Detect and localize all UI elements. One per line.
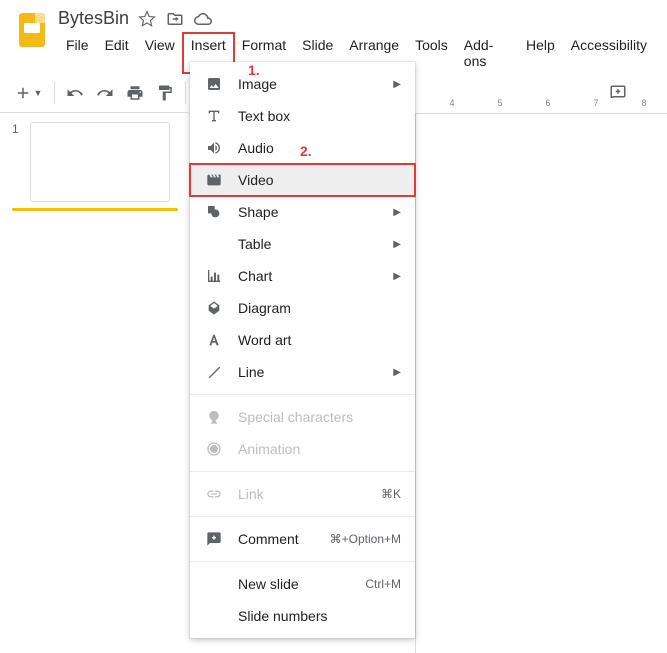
insert-link-label: Link xyxy=(238,486,381,502)
audio-icon xyxy=(204,138,224,158)
insert-slide-numbers[interactable]: Slide numbers xyxy=(190,600,415,632)
video-icon xyxy=(204,170,224,190)
slide-underline xyxy=(12,208,178,211)
document-title[interactable]: BytesBin xyxy=(58,8,129,29)
slide-panel: 1 xyxy=(0,114,188,219)
insert-audio-label: Audio xyxy=(238,140,401,156)
insert-table-label: Table xyxy=(238,236,393,252)
insert-wordart-label: Word art xyxy=(238,332,401,348)
insert-new-slide-label: New slide xyxy=(238,576,365,592)
separator xyxy=(185,82,186,104)
slides-icon xyxy=(19,13,45,47)
insert-shape[interactable]: Shape ▶ xyxy=(190,196,415,228)
undo-button[interactable] xyxy=(61,79,89,107)
insert-textbox-label: Text box xyxy=(238,108,401,124)
menu-file[interactable]: File xyxy=(58,33,97,73)
star-icon[interactable] xyxy=(137,9,157,29)
insert-video-label: Video xyxy=(238,172,401,188)
submenu-arrow-icon: ▶ xyxy=(393,79,401,90)
menu-addons[interactable]: Add-ons xyxy=(456,33,518,73)
chart-icon xyxy=(204,266,224,286)
paint-format-button[interactable] xyxy=(151,79,179,107)
insert-special-characters-label: Special characters xyxy=(238,409,401,425)
ruler-mark: 7 xyxy=(572,98,620,113)
insert-chart-label: Chart xyxy=(238,268,393,284)
insert-slide-numbers-label: Slide numbers xyxy=(238,608,401,624)
insert-comment-label: Comment xyxy=(238,531,330,547)
insert-animation-label: Animation xyxy=(238,441,401,457)
insert-special-characters: Special characters xyxy=(190,401,415,433)
submenu-arrow-icon: ▶ xyxy=(393,367,401,378)
wordart-icon xyxy=(204,330,224,350)
insert-table[interactable]: Table ▶ xyxy=(190,228,415,260)
submenu-arrow-icon: ▶ xyxy=(393,239,401,250)
insert-line-label: Line xyxy=(238,364,393,380)
print-button[interactable] xyxy=(121,79,149,107)
ruler-mark: 6 xyxy=(524,98,572,113)
menu-view[interactable]: View xyxy=(137,33,183,73)
link-icon xyxy=(204,484,224,504)
separator xyxy=(54,82,55,104)
slide-number: 1 xyxy=(12,122,22,202)
insert-diagram-label: Diagram xyxy=(238,300,401,316)
diagram-icon xyxy=(204,298,224,318)
comment-icon xyxy=(204,529,224,549)
insert-textbox[interactable]: Text box xyxy=(190,100,415,132)
comment-shortcut: ⌘+Option+M xyxy=(330,532,401,546)
line-icon xyxy=(204,362,224,382)
new-slide-button[interactable]: ▼ xyxy=(8,79,48,107)
submenu-arrow-icon: ▶ xyxy=(393,271,401,282)
menu-separator xyxy=(190,394,415,395)
animation-icon xyxy=(204,439,224,459)
slide-thumbnail[interactable] xyxy=(30,122,170,202)
ruler-mark: 8 xyxy=(620,98,667,113)
insert-image[interactable]: Image ▶ xyxy=(190,68,415,100)
insert-new-slide[interactable]: New slide Ctrl+M xyxy=(190,568,415,600)
menu-edit[interactable]: Edit xyxy=(97,33,137,73)
insert-animation: Animation xyxy=(190,433,415,465)
menu-separator xyxy=(190,516,415,517)
ruler-mark: 4 xyxy=(428,98,476,113)
cloud-status-icon[interactable] xyxy=(193,9,213,29)
slide-canvas[interactable] xyxy=(415,114,667,653)
insert-video[interactable]: Video xyxy=(190,164,415,196)
annotation-2: 2. xyxy=(300,143,312,159)
move-icon[interactable] xyxy=(165,9,185,29)
menu-separator xyxy=(190,561,415,562)
submenu-arrow-icon: ▶ xyxy=(393,207,401,218)
textbox-icon xyxy=(204,106,224,126)
insert-chart[interactable]: Chart ▶ xyxy=(190,260,415,292)
new-slide-shortcut: Ctrl+M xyxy=(365,577,401,591)
insert-shape-label: Shape xyxy=(238,204,393,220)
insert-comment[interactable]: Comment ⌘+Option+M xyxy=(190,523,415,555)
menu-help[interactable]: Help xyxy=(518,33,563,73)
link-shortcut: ⌘K xyxy=(381,487,401,501)
menu-separator xyxy=(190,471,415,472)
insert-wordart[interactable]: Word art xyxy=(190,324,415,356)
app-logo[interactable] xyxy=(12,10,52,50)
insert-diagram[interactable]: Diagram xyxy=(190,292,415,324)
special-chars-icon xyxy=(204,407,224,427)
annotation-1: 1. xyxy=(248,62,260,78)
insert-line[interactable]: Line ▶ xyxy=(190,356,415,388)
image-icon xyxy=(204,74,224,94)
insert-link: Link ⌘K xyxy=(190,478,415,510)
menu-accessibility[interactable]: Accessibility xyxy=(563,33,655,73)
redo-button[interactable] xyxy=(91,79,119,107)
insert-image-label: Image xyxy=(238,76,393,92)
shape-icon xyxy=(204,202,224,222)
ruler-mark: 5 xyxy=(476,98,524,113)
